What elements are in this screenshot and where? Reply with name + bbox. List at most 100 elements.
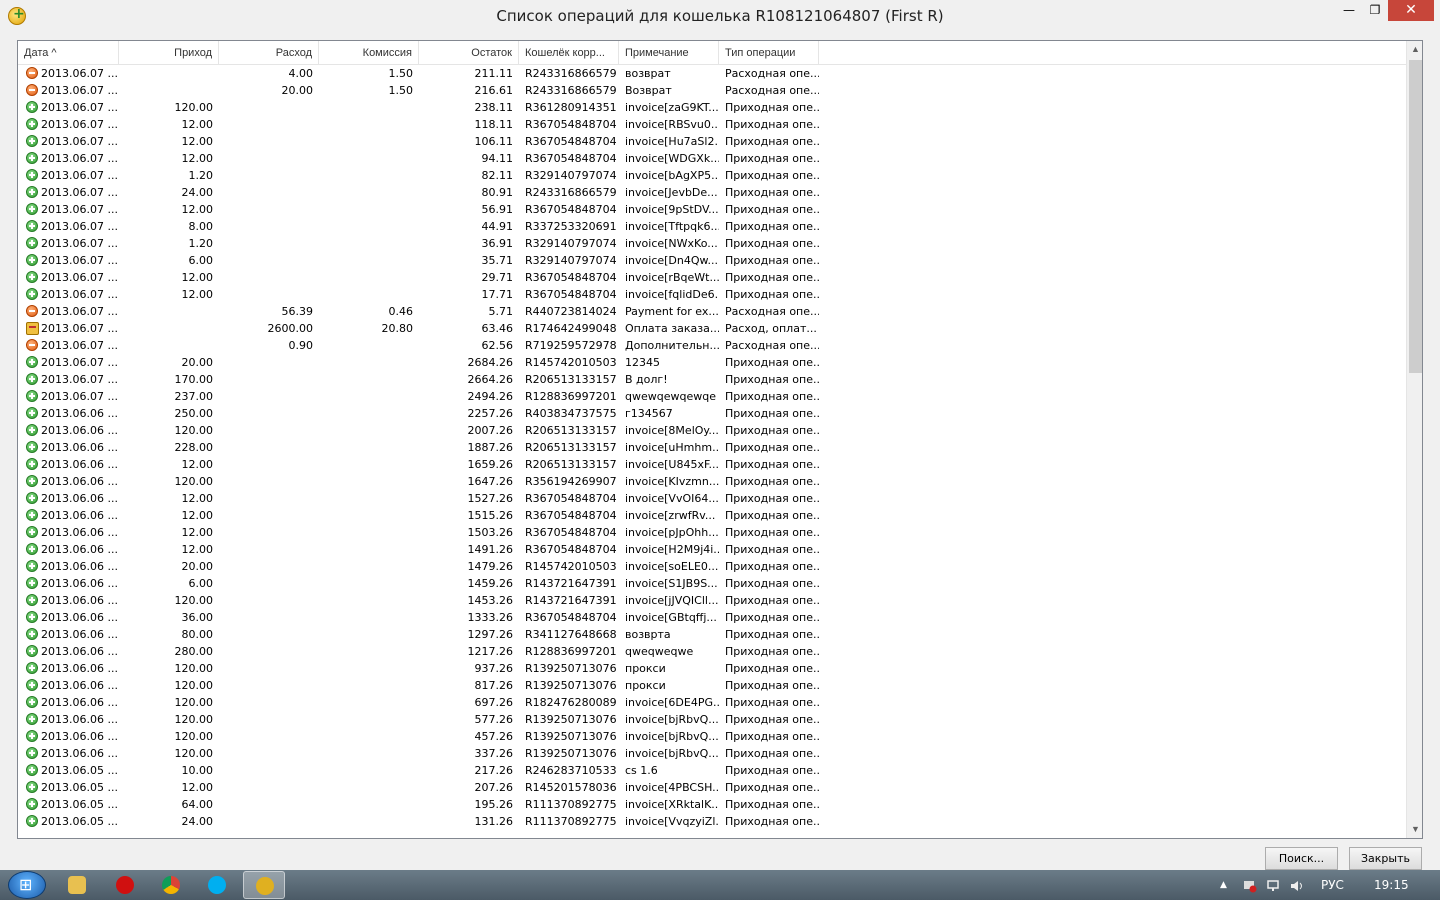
scroll-up-arrow-icon[interactable]: ▲ xyxy=(1407,41,1422,58)
cell-expense xyxy=(219,218,319,235)
cell-commission xyxy=(319,558,419,575)
table-row[interactable]: 2013.06.06 ... 120.00 937.26 R139250713076 п… xyxy=(18,660,1406,677)
volume-icon[interactable] xyxy=(1290,870,1304,900)
minimize-button[interactable]: — xyxy=(1336,0,1362,21)
scroll-down-arrow-icon[interactable]: ▼ xyxy=(1407,821,1422,838)
column-header-type[interactable]: Тип операции xyxy=(719,41,819,65)
taskbar-skype[interactable] xyxy=(196,871,238,899)
cell-wallet: R367054848704 xyxy=(525,611,617,624)
cell-wallet: R367054848704 xyxy=(525,152,617,165)
table-row[interactable]: 2013.06.07 ... 12.00 56.91 R367054848704 inv… xyxy=(18,201,1406,218)
table-row[interactable]: 2013.06.07 ... 4.00 1.50 211.11 R24331686657… xyxy=(18,65,1406,82)
table-row[interactable]: 2013.06.07 ... 237.00 2494.26 R128836997201… xyxy=(18,388,1406,405)
table-row[interactable]: 2013.06.06 ... 120.00 817.26 R139250713076 п… xyxy=(18,677,1406,694)
table-row[interactable]: 2013.06.06 ... 36.00 1333.26 R367054848704 i… xyxy=(18,609,1406,626)
opera-icon xyxy=(116,876,134,894)
table-row[interactable]: 2013.06.05 ... 10.00 217.26 R246283710533 cs… xyxy=(18,762,1406,779)
cell-balance: 2664.26 xyxy=(467,373,514,386)
cell-expense xyxy=(219,133,319,150)
column-header-expense[interactable]: Расход xyxy=(219,41,319,65)
clock[interactable]: 19:15 xyxy=(1374,870,1409,900)
network-icon[interactable] xyxy=(1266,870,1280,900)
column-header-note[interactable]: Примечание xyxy=(619,41,719,65)
table-row[interactable]: 2013.06.06 ... 120.00 577.26 R139250713076 i… xyxy=(18,711,1406,728)
table-row[interactable]: 2013.06.07 ... 20.00 1.50 216.61 R2433168665… xyxy=(18,82,1406,99)
table-row[interactable]: 2013.06.06 ... 12.00 1491.26 R367054848704 i… xyxy=(18,541,1406,558)
table-row[interactable]: 2013.06.05 ... 64.00 195.26 R111370892775 in… xyxy=(18,796,1406,813)
table-row[interactable]: 2013.06.06 ... 120.00 1647.26 R356194269907… xyxy=(18,473,1406,490)
table-row[interactable]: 2013.06.06 ... 120.00 337.26 R139250713076 i… xyxy=(18,745,1406,762)
cell-wallet: R356194269907 xyxy=(525,475,617,488)
column-header-income[interactable]: Приход xyxy=(119,41,219,65)
table-row[interactable]: 2013.06.07 ... 120.00 238.11 R361280914351 i… xyxy=(18,99,1406,116)
cell-commission xyxy=(319,541,419,558)
table-row[interactable]: 2013.06.06 ... 120.00 2007.26 R206513133157… xyxy=(18,422,1406,439)
table-row[interactable]: 2013.06.07 ... 0.90 62.56 R719259572978 Допо… xyxy=(18,337,1406,354)
table-row[interactable]: 2013.06.06 ... 20.00 1479.26 R145742010503 i… xyxy=(18,558,1406,575)
table-row[interactable]: 2013.06.07 ... 24.00 80.91 R243316866579 inv… xyxy=(18,184,1406,201)
table-row[interactable]: 2013.06.07 ... 12.00 106.11 R367054848704 in… xyxy=(18,133,1406,150)
column-header-commission[interactable]: Комиссия xyxy=(319,41,419,65)
table-row[interactable]: 2013.06.06 ... 120.00 697.26 R182476280089 i… xyxy=(18,694,1406,711)
table-row[interactable]: 2013.06.07 ... 170.00 2664.26 R206513133157… xyxy=(18,371,1406,388)
table-row[interactable]: 2013.06.07 ... 12.00 17.71 R367054848704 inv… xyxy=(18,286,1406,303)
table-row[interactable]: 2013.06.07 ... 1.20 82.11 R329140797074 invo… xyxy=(18,167,1406,184)
cell-date: 2013.06.07 ... xyxy=(41,169,118,182)
table-row[interactable]: 2013.06.05 ... 12.00 207.26 R145201578036 in… xyxy=(18,779,1406,796)
table-row[interactable]: 2013.06.06 ... 12.00 1515.26 R367054848704 i… xyxy=(18,507,1406,524)
cell-note: invoice[RBSvu0... xyxy=(625,118,719,131)
start-button-icon[interactable] xyxy=(8,871,46,899)
table-row[interactable]: 2013.06.06 ... 12.00 1503.26 R367054848704 i… xyxy=(18,524,1406,541)
table-row[interactable]: 2013.06.05 ... 24.00 131.26 R111370892775 in… xyxy=(18,813,1406,830)
cell-date: 2013.06.07 ... xyxy=(41,118,118,131)
close-window-button[interactable]: ✕ xyxy=(1388,0,1434,21)
taskbar-opera[interactable] xyxy=(104,871,146,899)
table-row[interactable]: 2013.06.06 ... 12.00 1527.26 R367054848704 i… xyxy=(18,490,1406,507)
cell-date: 2013.06.07 ... xyxy=(41,203,118,216)
table-row[interactable]: 2013.06.06 ... 12.00 1659.26 R206513133157 i… xyxy=(18,456,1406,473)
taskbar-explorer[interactable] xyxy=(56,871,98,899)
table-row[interactable]: 2013.06.06 ... 80.00 1297.26 R341127648668 в… xyxy=(18,626,1406,643)
maximize-button[interactable]: ❐ xyxy=(1362,0,1388,21)
taskbar-chrome[interactable] xyxy=(150,871,192,899)
table-row[interactable]: 2013.06.07 ... 2600.00 20.80 63.46 R17464249… xyxy=(18,320,1406,337)
cell-income: 6.00 xyxy=(188,254,214,267)
cell-balance: 1527.26 xyxy=(467,492,514,505)
cell-income xyxy=(119,320,219,337)
cell-expense xyxy=(219,779,319,796)
table-row[interactable]: 2013.06.07 ... 12.00 94.11 R367054848704 inv… xyxy=(18,150,1406,167)
action-center-icon[interactable] xyxy=(1243,870,1257,900)
table-row[interactable]: 2013.06.07 ... 56.39 0.46 5.71 R440723814024… xyxy=(18,303,1406,320)
table-row[interactable]: 2013.06.07 ... 1.20 36.91 R329140797074 invo… xyxy=(18,235,1406,252)
vertical-scrollbar[interactable]: ▲ ▼ xyxy=(1406,41,1422,838)
table-row[interactable]: 2013.06.07 ... 12.00 29.71 R367054848704 inv… xyxy=(18,269,1406,286)
table-row[interactable]: 2013.06.06 ... 120.00 1453.26 R143721647391… xyxy=(18,592,1406,609)
column-header-counterparty[interactable]: Кошелёк корр... xyxy=(519,41,619,65)
table-row[interactable]: 2013.06.07 ... 8.00 44.91 R337253320691 invo… xyxy=(18,218,1406,235)
cell-wallet: R367054848704 xyxy=(525,492,617,505)
tray-overflow-icon[interactable]: ▲ xyxy=(1220,870,1227,900)
cell-income: 120.00 xyxy=(174,713,214,726)
search-button[interactable]: Поиск... xyxy=(1265,847,1338,870)
column-header-balance[interactable]: Остаток xyxy=(419,41,519,65)
table-row[interactable]: 2013.06.06 ... 120.00 457.26 R139250713076 i… xyxy=(18,728,1406,745)
table-row[interactable]: 2013.06.06 ... 6.00 1459.26 R143721647391 in… xyxy=(18,575,1406,592)
scrollbar-thumb[interactable] xyxy=(1409,60,1422,373)
table-row[interactable]: 2013.06.06 ... 250.00 2257.26 R403834737575… xyxy=(18,405,1406,422)
table-row[interactable]: 2013.06.06 ... 280.00 1217.26 R128836997201… xyxy=(18,643,1406,660)
table-row[interactable]: 2013.06.07 ... 20.00 2684.26 R145742010503 1… xyxy=(18,354,1406,371)
table-row[interactable]: 2013.06.07 ... 12.00 118.11 R367054848704 in… xyxy=(18,116,1406,133)
cell-expense xyxy=(219,422,319,439)
language-indicator[interactable]: РУС xyxy=(1321,870,1344,900)
table-row[interactable]: 2013.06.06 ... 228.00 1887.26 R206513133157… xyxy=(18,439,1406,456)
close-button[interactable]: Закрыть xyxy=(1349,847,1422,870)
cell-commission xyxy=(319,643,419,660)
table-row[interactable]: 2013.06.07 ... 6.00 35.71 R329140797074 invo… xyxy=(18,252,1406,269)
column-header-date[interactable]: Дата ^ xyxy=(18,41,119,65)
cell-note: cs 1.6 xyxy=(625,764,658,777)
cell-expense xyxy=(219,116,319,133)
cell-balance: 131.26 xyxy=(474,815,514,828)
cell-expense xyxy=(219,354,319,371)
cell-wallet: R367054848704 xyxy=(525,543,617,556)
taskbar-webmoney[interactable] xyxy=(243,871,285,899)
